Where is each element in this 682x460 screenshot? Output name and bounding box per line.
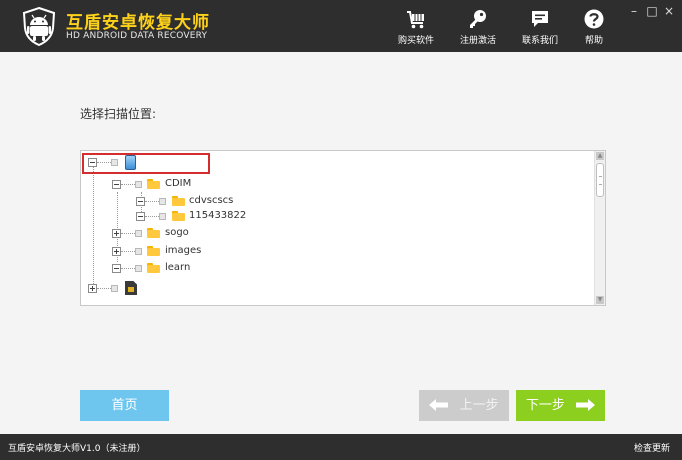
app-window: 互盾安卓恢复大师 HD ANDROID DATA RECOVERY 购买软件 注…: [0, 0, 682, 460]
version-status: 互盾安卓恢复大师V1.0（未注册）: [8, 444, 146, 454]
key-icon: [470, 10, 486, 28]
status-bar: 互盾安卓恢复大师V1.0（未注册） 检查更新: [0, 434, 682, 460]
maximize-button[interactable]: □: [645, 5, 659, 17]
next-step-button[interactable]: 下一步: [516, 390, 605, 421]
title-bar[interactable]: 互盾安卓恢复大师 HD ANDROID DATA RECOVERY 购买软件 注…: [0, 0, 682, 52]
node-checkbox[interactable]: [111, 285, 118, 292]
node-checkbox[interactable]: [159, 213, 166, 220]
folder-icon: [172, 211, 185, 221]
collapse-toggle[interactable]: [136, 197, 145, 206]
scan-location-tree[interactable]: CDIM cdvscscs 115433822 sogo images lear…: [80, 150, 606, 306]
close-button[interactable]: ×: [662, 5, 676, 17]
node-label: cdvscscs: [189, 195, 234, 206]
collapse-toggle[interactable]: [136, 212, 145, 221]
tree-node-phone[interactable]: [88, 155, 148, 170]
expand-toggle[interactable]: [88, 284, 97, 293]
tree-node-sogo[interactable]: sogo: [112, 226, 232, 240]
home-button-label: 首页: [111, 398, 138, 413]
node-label: sogo: [165, 227, 189, 238]
register-activate-label: 注册激活: [459, 36, 496, 46]
buy-software-button[interactable]: 购买软件: [390, 6, 442, 48]
folder-icon: [147, 246, 160, 256]
scroll-thumb[interactable]: [596, 163, 604, 197]
expand-toggle[interactable]: [112, 247, 121, 256]
android-shield-logo-icon: [22, 6, 56, 46]
node-label: learn: [165, 262, 191, 273]
folder-icon: [172, 196, 185, 206]
help-icon: [584, 9, 604, 29]
node-checkbox[interactable]: [135, 248, 142, 255]
collapse-toggle[interactable]: [112, 180, 121, 189]
tree-node-learn[interactable]: learn: [112, 261, 232, 275]
node-checkbox[interactable]: [135, 181, 142, 188]
phone-icon: [125, 155, 136, 170]
tree-scrollbar[interactable]: ▲ ▼: [594, 151, 605, 305]
app-title: 互盾安卓恢复大师: [66, 13, 210, 33]
cart-icon: [407, 11, 424, 29]
tree-node-sdcard[interactable]: [88, 281, 148, 295]
minimize-button[interactable]: –: [627, 5, 641, 17]
buy-software-label: 购买软件: [397, 36, 434, 46]
folder-icon: [147, 228, 160, 238]
contact-us-label: 联系我们: [521, 36, 558, 46]
home-button[interactable]: 首页: [80, 390, 169, 421]
contact-us-button[interactable]: 联系我们: [514, 6, 566, 48]
prev-step-label: 上一步: [459, 398, 499, 413]
prev-step-button[interactable]: 上一步: [419, 390, 509, 421]
expand-toggle[interactable]: [112, 229, 121, 238]
arrow-right-icon: [576, 398, 596, 411]
scroll-up-arrow-icon[interactable]: ▲: [596, 152, 604, 160]
tree-node-cdim[interactable]: CDIM: [112, 177, 232, 191]
collapse-toggle[interactable]: [112, 264, 121, 273]
node-checkbox[interactable]: [159, 198, 166, 205]
node-label: images: [165, 245, 202, 256]
chat-icon: [532, 11, 548, 27]
sdcard-icon: [125, 281, 137, 295]
tree-node-images[interactable]: images: [112, 244, 232, 258]
node-label: CDIM: [165, 178, 192, 189]
tree-connector: [93, 167, 94, 288]
tree-node-115433822[interactable]: 115433822: [136, 209, 276, 223]
node-checkbox[interactable]: [111, 159, 118, 166]
node-checkbox[interactable]: [135, 265, 142, 272]
tree-node-cdvscscs[interactable]: cdvscscs: [136, 194, 266, 208]
arrow-left-icon: [429, 398, 449, 411]
node-checkbox[interactable]: [135, 230, 142, 237]
check-update-link[interactable]: 检查更新: [634, 441, 670, 454]
register-activate-button[interactable]: 注册激活: [452, 6, 504, 48]
next-step-label: 下一步: [525, 398, 565, 413]
folder-icon: [147, 179, 160, 189]
help-label: 帮助: [584, 36, 603, 46]
help-button[interactable]: 帮助: [568, 6, 620, 48]
app-subtitle: HD ANDROID DATA RECOVERY: [66, 31, 208, 41]
scan-location-label: 选择扫描位置:: [80, 107, 157, 121]
collapse-toggle[interactable]: [88, 158, 97, 167]
folder-icon: [147, 263, 160, 273]
node-label: 115433822: [189, 210, 247, 221]
scroll-down-arrow-icon[interactable]: ▼: [596, 296, 604, 304]
